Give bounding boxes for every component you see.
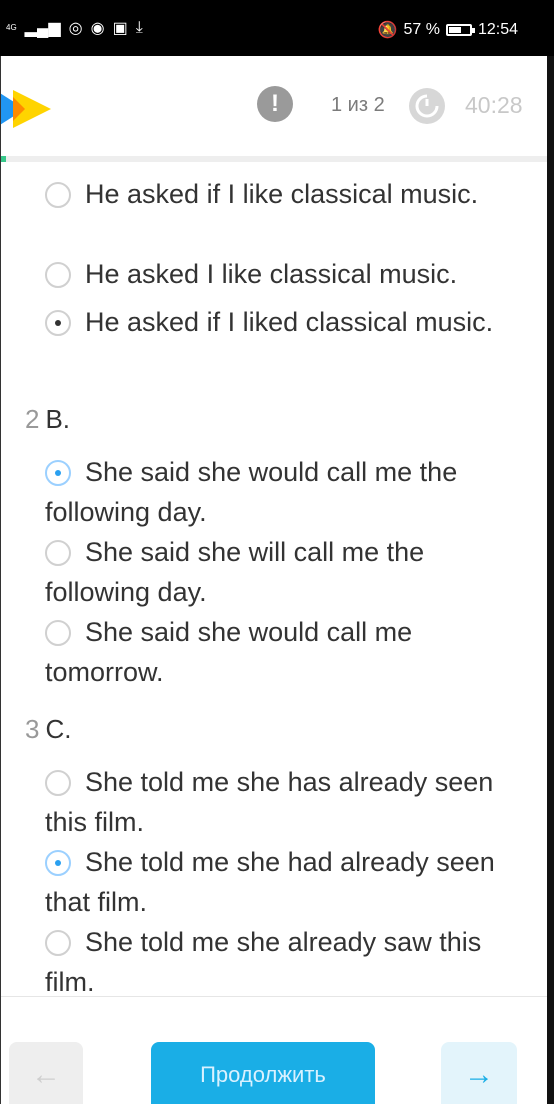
battery-fill — [448, 27, 462, 33]
arrow-right-icon: → — [464, 1058, 494, 1091]
download-icon: ⤓ — [135, 19, 143, 36]
question-2-header: 2 B. — [25, 404, 70, 435]
radio-button-selected[interactable] — [45, 310, 71, 336]
question-label: C. — [45, 714, 72, 744]
quiz-app: ! 1 из 2 40:28 He asked if I like classi… — [0, 56, 547, 1104]
signal-icon: ▂▄▆ — [24, 20, 61, 37]
footer-nav: ← Продолжить → — [1, 996, 547, 1104]
status-right: 🔕 57 % 12:54 — [378, 20, 518, 40]
whatsapp-icon: ◎ — [68, 20, 83, 37]
option-text: He asked if I liked classical music. — [85, 307, 494, 337]
mute-icon: 🔕 — [377, 22, 398, 39]
progress-bar — [1, 156, 547, 162]
battery-percent: 57 % — [403, 21, 440, 38]
battery-icon — [445, 24, 475, 36]
arrow-left-icon: ← — [31, 1058, 61, 1091]
quiz-header: ! 1 из 2 40:28 — [1, 56, 547, 156]
question-3-header: 3 C. — [25, 714, 71, 745]
question-label: B. — [45, 404, 71, 434]
status-left: 4G ▂▄▆ ◎ ◉ ▣ ⤓ — [6, 18, 143, 38]
screen-edge — [546, 56, 554, 1104]
option-q2-2[interactable]: She said she will call me the following … — [45, 532, 525, 612]
clock-time: 12:54 — [477, 21, 518, 38]
option-text: She said she will call me the following … — [45, 537, 425, 607]
radio-button[interactable] — [45, 770, 71, 796]
radio-button[interactable] — [45, 182, 71, 208]
clock-icon — [409, 88, 445, 124]
option-text: She told me she had already seen that fi… — [45, 847, 495, 917]
app-notification-icon: ◉ — [90, 20, 105, 37]
radio-button[interactable] — [45, 620, 71, 646]
option-q2-3[interactable]: She said she would call me tomorrow. — [45, 612, 525, 692]
option-text: She said she would call me the following… — [45, 457, 458, 527]
option-q2-1[interactable]: She said she would call me the following… — [45, 452, 525, 532]
status-bar: 4G ▂▄▆ ◎ ◉ ▣ ⤓ 🔕 57 % 12:54 — [0, 0, 554, 56]
option-q1-3[interactable]: He asked if I liked classical music. — [45, 302, 525, 342]
option-text: He asked if I like classical music. — [85, 179, 479, 209]
option-q1-1[interactable]: He asked if I like classical music. — [45, 174, 525, 214]
app-logo[interactable] — [0, 90, 55, 128]
timer: 40:28 — [465, 92, 523, 118]
network-indicator: 4G — [6, 23, 17, 32]
progress-fill — [1, 156, 7, 162]
option-text: She told me she already saw this film. — [45, 927, 482, 997]
option-q3-2[interactable]: She told me she had already seen that fi… — [45, 842, 525, 922]
option-text: She said she would call me tomorrow. — [45, 617, 413, 687]
continue-button[interactable]: Продолжить — [151, 1042, 375, 1104]
question-number: 2 — [25, 404, 40, 434]
radio-button-selected[interactable] — [45, 460, 71, 486]
question-number: 3 — [25, 714, 40, 744]
back-button[interactable]: ← — [9, 1042, 83, 1104]
radio-button[interactable] — [45, 262, 71, 288]
option-q1-2[interactable]: He asked I like classical music. — [45, 254, 525, 294]
option-q3-1[interactable]: She told me she has already seen this fi… — [45, 762, 525, 842]
next-button[interactable]: → — [441, 1042, 517, 1104]
radio-button-selected[interactable] — [45, 850, 71, 876]
radio-button[interactable] — [45, 540, 71, 566]
option-text: He asked I like classical music. — [85, 259, 458, 289]
flipboard-icon: ▣ — [112, 20, 128, 37]
radio-button[interactable] — [45, 930, 71, 956]
option-text: She told me she has already seen this fi… — [45, 767, 494, 837]
page-counter: 1 из 2 — [331, 94, 385, 116]
report-issue-icon[interactable]: ! — [257, 86, 293, 122]
option-q3-3[interactable]: She told me she already saw this film. — [45, 922, 525, 1002]
